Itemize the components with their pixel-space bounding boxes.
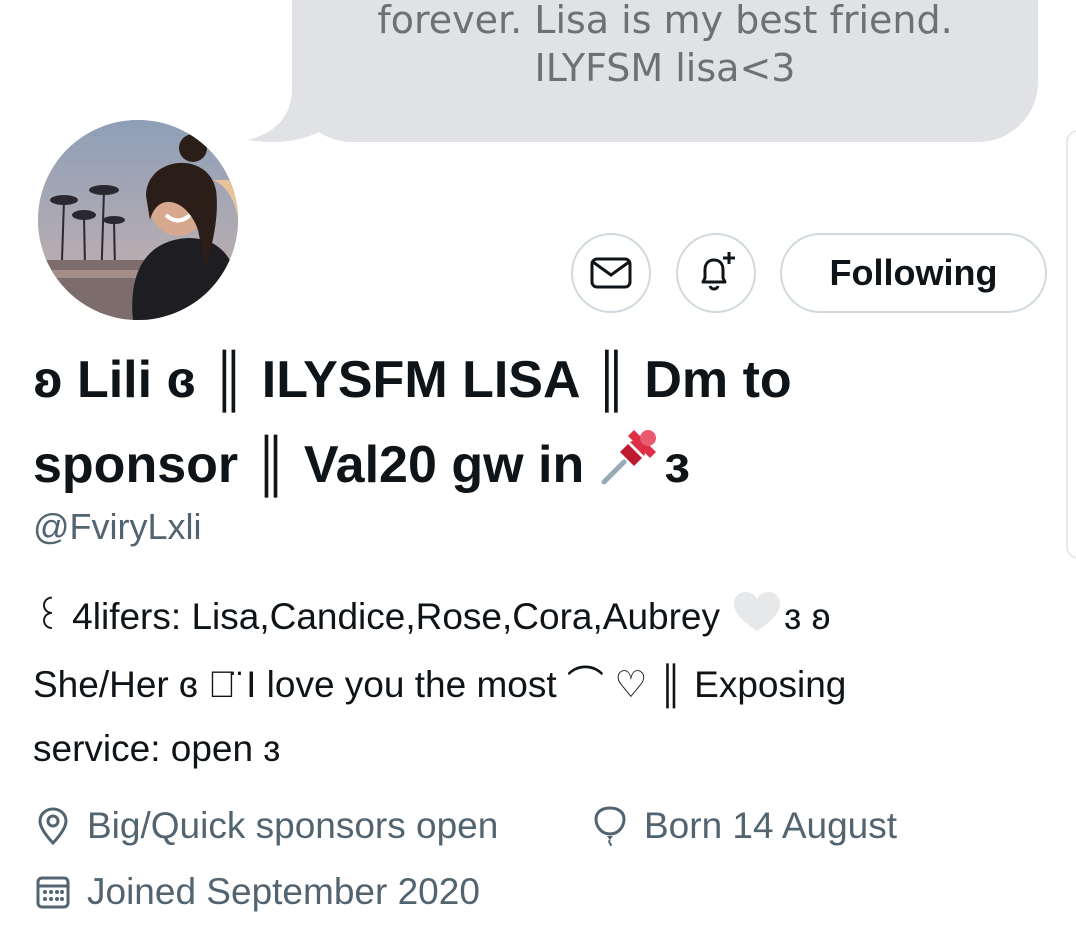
notify-button[interactable] [676,233,756,313]
profile-joined-date: Joined September 2020 [33,870,480,914]
bio-text: ꒰ 4lifers: Lisa,Candice,Rose,Cora,Aubrey [33,596,720,637]
bubble-tail [248,88,338,142]
message-button[interactable] [571,233,651,313]
location-text: Big/Quick sponsors open [87,805,499,846]
tweet-text: forever. Lisa is my best friend. ILYFSM … [292,0,1038,92]
bio-line: service: open ɜ [33,728,281,769]
bio-text: ║ Exposing [647,664,847,705]
display-name-line: ʚ Lili ɞ ║ ILYSFM LISA ║ Dm to [33,351,792,409]
bio-line: She/Her ɞ ⌒̈ I love you the most ⌒ ♡ ║ E… [33,653,1043,717]
avatar[interactable] [38,120,238,320]
calendar-icon [33,872,73,912]
bio-text: ɜ ʚ [784,596,831,637]
user-handle: @FviryLxli [33,506,202,547]
joined-text: Joined September 2020 [87,871,480,912]
envelope-icon [590,257,632,289]
tweet-text-line: ILYFSM lisa<3 [534,46,796,90]
bio-line: ꒰ 4lifers: Lisa,Candice,Rose,Cora,Aubrey… [33,585,1043,653]
tweet-text-line: forever. Lisa is my best friend. [377,0,953,42]
following-button[interactable]: Following [780,233,1047,313]
display-name: ʚ Lili ɞ ║ ILYSFM LISA ║ Dm to sponsor ║… [33,338,1033,513]
scroll-edge [1066,130,1076,559]
display-name-line: sponsor ║ Val20 gw in ɜ [33,422,1033,513]
display-name-suffix: ɜ [664,436,691,494]
white-heart-icon [732,589,782,653]
profile-bio: ꒰ 4lifers: Lisa,Candice,Rose,Cora,Aubrey… [33,585,1043,781]
bio-text: She/Her ɞ ⌒̈ I love you the most ⌒ ♡ [33,664,648,705]
profile-birthday: Born 14 August [590,804,897,848]
bell-plus-icon [701,252,735,291]
birthday-text: Born 14 August [644,805,898,846]
pushpin-icon [598,422,664,513]
profile-location: Big/Quick sponsors open [33,804,498,848]
balloon-icon [590,806,630,846]
location-pin-icon [33,806,73,846]
display-name-text: sponsor ║ Val20 gw in [33,436,585,494]
